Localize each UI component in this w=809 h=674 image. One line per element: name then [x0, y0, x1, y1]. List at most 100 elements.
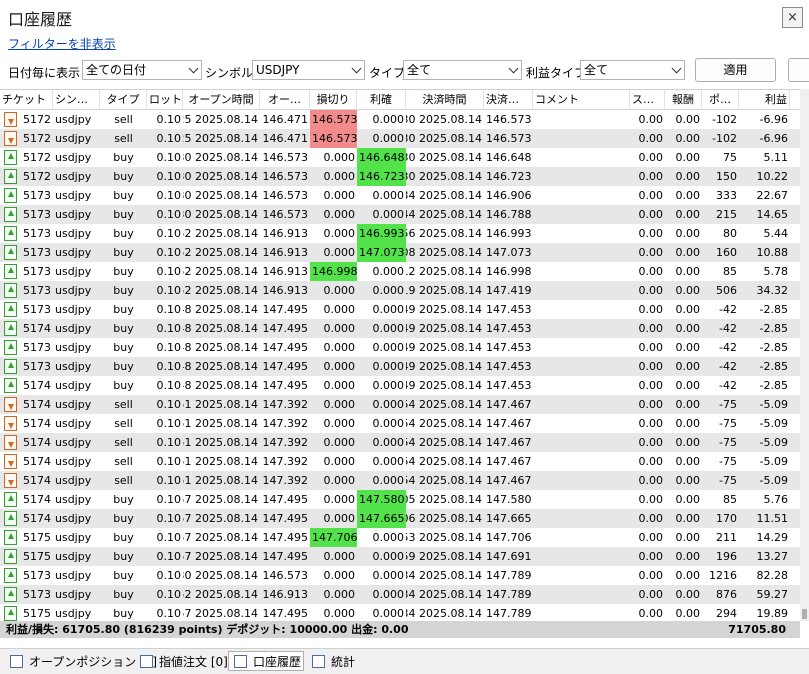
- table-row[interactable]: 5174 usdjpy buy 0.102025.08.14 17:57 147.495…: [0, 509, 800, 528]
- table-row[interactable]: 5175 usdjpy buy 0.102025.08.14 17:57 147.495…: [0, 604, 800, 622]
- cell-type: buy: [113, 303, 134, 316]
- table-row[interactable]: 5173 usdjpy buy 0.102025.08.14 17:48 147.495…: [0, 300, 800, 319]
- hide-filter-link[interactable]: フィルターを非表示: [8, 35, 116, 52]
- table-row[interactable]: 5174 usdjpy sell 0.102025.08.14 17:51 147.39…: [0, 452, 800, 471]
- table-row[interactable]: 5175 usdjpy buy 0.102025.08.14 17:57 147.495…: [0, 547, 800, 566]
- cell-open-time: 2025.08.14 17:48: [183, 303, 258, 316]
- column-header-ticket[interactable]: チケット: [0, 90, 53, 109]
- window-title: 口座履歴: [8, 10, 73, 29]
- column-header-open-price[interactable]: オー…: [260, 90, 310, 109]
- cell-commission: 0.00: [675, 474, 701, 487]
- cell-swap: 0.00: [638, 588, 664, 601]
- column-header-close-time[interactable]: 決済時間: [406, 90, 484, 109]
- extra-button[interactable]: [788, 58, 809, 82]
- cell-close-time: 2025.08.14 15:56: [406, 227, 482, 240]
- table-row[interactable]: 5174 usdjpy sell 0.102025.08.14 17:51 147.39…: [0, 471, 800, 490]
- column-header-lots[interactable]: ロット: [147, 90, 183, 109]
- type-filter-select[interactable]: 全て: [403, 60, 522, 80]
- column-header-profit[interactable]: 利益: [739, 90, 790, 109]
- cell-swap: 0.00: [638, 303, 664, 316]
- cell-swap: 0.00: [638, 417, 664, 430]
- tab-statistics[interactable]: 統計: [306, 651, 358, 671]
- cell-lots: 0.10: [156, 531, 182, 544]
- column-header-points[interactable]: ポ…: [702, 90, 739, 109]
- column-header-open-time[interactable]: オープン時間: [183, 90, 260, 109]
- column-header-comment[interactable]: コメント: [533, 90, 630, 109]
- table-row[interactable]: 5173 usdjpy buy 0.102025.08.14 17:48 147.495…: [0, 357, 800, 376]
- table-row[interactable]: 5173 usdjpy buy 0.102025.08.14 15:52 146.913…: [0, 262, 800, 281]
- cell-comment: [533, 604, 630, 622]
- apply-button[interactable]: 適用: [695, 58, 776, 82]
- cell-sl: 0.000: [323, 436, 356, 449]
- vertical-scrollbar[interactable]: [800, 89, 809, 621]
- cell-open-time: 2025.08.14 17:51: [183, 474, 258, 487]
- table-row[interactable]: 5174 usdjpy buy 0.102025.08.14 17:48 147.495…: [0, 376, 800, 395]
- cell-profit: -2.85: [759, 322, 788, 335]
- cell-sl: 146.573: [310, 129, 357, 148]
- table-row[interactable]: 5173 usdjpy buy 0.102025.08.14 15:52 146.913…: [0, 281, 800, 300]
- cell-close-price: 147.453: [486, 379, 532, 392]
- symbol-filter-value: USDJPY: [256, 63, 300, 77]
- table-row[interactable]: 5173 usdjpy buy 0.102025.08.14 15:30 146.573…: [0, 205, 800, 224]
- table-row[interactable]: 5172usdjpybuy0.102025.08.14 15:30146.573…: [0, 167, 800, 186]
- cell-comment: [533, 547, 630, 566]
- column-header-sl[interactable]: 損切り: [310, 90, 357, 109]
- cell-close-price: 146.573: [486, 132, 532, 145]
- cell-symbol: usdjpy: [55, 512, 92, 525]
- column-header-symbol[interactable]: シン…: [53, 90, 100, 109]
- table-row[interactable]: 5172 usdjpy sell 0.102025.08.14 15:25 146.47…: [0, 110, 800, 129]
- table-row[interactable]: 5173 usdjpy buy 0.102025.08.14 17:48 147.495…: [0, 338, 800, 357]
- column-header-swap[interactable]: ス…: [630, 90, 665, 109]
- summary-text: 利益/損失: 61705.80 (816239 points) デポジット: 1…: [6, 623, 409, 636]
- cell-comment: [533, 167, 630, 186]
- cell-tp: 0.000: [372, 303, 405, 316]
- table-row[interactable]: 5173 usdjpy buy 0.102025.08.14 15:52 146.913…: [0, 224, 800, 243]
- cell-sl: 0.000: [323, 474, 356, 487]
- cell-lots: 0.10: [156, 493, 182, 506]
- cell-ticket: 5172: [23, 132, 51, 145]
- profit-type-filter-value: 全て: [584, 63, 609, 77]
- tab-account-history[interactable]: 口座履歴: [228, 651, 304, 671]
- column-header-type[interactable]: タイプ: [100, 90, 147, 109]
- table-row[interactable]: 5173 usdjpy buy 0.102025.08.14 15:30 146.573…: [0, 186, 800, 205]
- cell-ticket: 5174: [23, 436, 51, 449]
- cell-sl: 147.706: [310, 528, 357, 547]
- cell-commission: 0.00: [675, 493, 701, 506]
- profit-type-filter-select[interactable]: 全て: [580, 60, 685, 80]
- cell-open-time: 2025.08.14 17:51: [183, 398, 258, 411]
- cell-tp: 0.000: [372, 284, 405, 297]
- column-header-tp[interactable]: 利確: [357, 90, 406, 109]
- column-header-close-price[interactable]: 決済…: [484, 90, 533, 109]
- table-row[interactable]: 5173 usdjpy buy 0.102025.08.14 15:30 146.573…: [0, 566, 800, 585]
- cell-commission: 0.00: [675, 417, 701, 430]
- table-row[interactable]: 5174 usdjpy sell 0.102025.08.14 17:51 147.39…: [0, 433, 800, 452]
- close-button[interactable]: ×: [782, 7, 803, 28]
- table-row[interactable]: 5173 usdjpy buy 0.102025.08.14 15:52 146.913…: [0, 243, 800, 262]
- table-row[interactable]: 5174 usdjpy sell 0.102025.08.14 17:51 147.39…: [0, 395, 800, 414]
- table-row[interactable]: 5175 usdjpy buy 0.102025.08.14 17:57 147.495…: [0, 528, 800, 547]
- table-row[interactable]: 5174 usdjpy buy 0.102025.08.14 17:57 147.495…: [0, 490, 800, 509]
- scrollbar-thumb[interactable]: [802, 609, 807, 619]
- cell-tp: 0.000: [372, 436, 405, 449]
- cell-type: buy: [113, 379, 134, 392]
- column-header-commission[interactable]: 報酬: [665, 90, 702, 109]
- table-row[interactable]: 5172 usdjpy sell 0.102025.08.14 15:25 146.47…: [0, 129, 800, 148]
- cell-commission: 0.00: [675, 607, 701, 620]
- symbol-filter-select[interactable]: USDJPY: [252, 60, 365, 80]
- table-row[interactable]: 5172usdjpybuy0.102025.08.14 15:30146.573…: [0, 148, 800, 167]
- cell-symbol: usdjpy: [55, 607, 92, 620]
- cell-swap: 0.00: [638, 132, 664, 145]
- table-row[interactable]: 5173 usdjpy buy 0.102025.08.14 15:52 146.913…: [0, 585, 800, 604]
- tab-pending-orders[interactable]: 指値注文 [0]: [134, 651, 228, 671]
- cell-lots: 0.10: [156, 398, 182, 411]
- cell-symbol: usdjpy: [55, 151, 92, 164]
- table-row[interactable]: 5174 usdjpy sell 0.102025.08.14 17:51 147.39…: [0, 414, 800, 433]
- table-row[interactable]: 5174 usdjpy buy 0.102025.08.14 17:48 147.495…: [0, 319, 800, 338]
- cell-close-time: 2025.08.14 15:34: [406, 189, 482, 202]
- date-filter-select[interactable]: 全ての日付: [82, 60, 202, 80]
- cell-close-time: 2025.08.14 15:30: [406, 170, 482, 183]
- symbol-filter-label: シンボル:: [205, 66, 258, 80]
- tab-open-positions[interactable]: オープンポジション [0]: [4, 651, 157, 671]
- cell-open-time: 2025.08.14 17:48: [183, 360, 258, 373]
- cell-close-price: 147.706: [486, 531, 532, 544]
